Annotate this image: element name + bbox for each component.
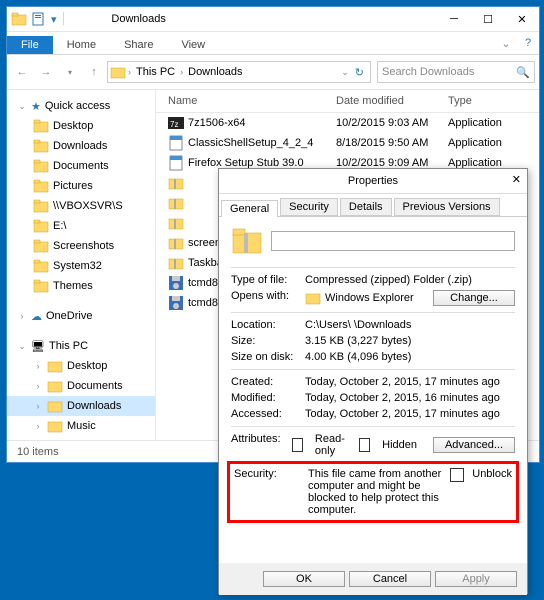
size-on-disk-value: 4.00 KB (4,096 bytes) (305, 351, 515, 363)
folder-icon (33, 238, 49, 254)
onedrive-icon: ☁ (31, 310, 42, 323)
dialog-title: Properties (348, 175, 398, 187)
folder-icon (33, 258, 49, 274)
security-text: This file came from another computer and… (308, 468, 450, 516)
properties-icon[interactable] (31, 11, 47, 27)
folder-icon (47, 398, 63, 414)
tree-item[interactable]: Themes (7, 276, 155, 296)
window-title: Downloads (71, 13, 437, 25)
navbar: ← → ▾ ↑ › This PC › Downloads ⌄ ↻ Search… (7, 55, 539, 90)
svg-text:7z: 7z (170, 120, 178, 129)
hidden-checkbox[interactable] (359, 438, 370, 452)
tab-previous[interactable]: Previous Versions (394, 198, 500, 216)
type-value: Compressed (zipped) Folder (.zip) (305, 274, 515, 286)
close-button[interactable]: ✕ (505, 7, 539, 31)
help-icon[interactable]: ? (517, 32, 539, 54)
ribbon: File Home Share View ⌄ ? (7, 32, 539, 55)
tree-item[interactable]: \\VBOXSVR\S (7, 196, 155, 216)
tab-security[interactable]: Security (280, 198, 338, 216)
up-button[interactable]: ↑ (83, 61, 105, 83)
folder-icon (33, 118, 49, 134)
home-tab[interactable]: Home (53, 36, 110, 54)
tab-details[interactable]: Details (340, 198, 392, 216)
tree-item[interactable]: Downloads (7, 136, 155, 156)
tree-item[interactable]: Screenshots (7, 236, 155, 256)
tree-this-pc[interactable]: This PC (49, 340, 88, 352)
tree-onedrive[interactable]: OneDrive (46, 310, 92, 322)
filename-input[interactable] (271, 231, 515, 251)
col-type[interactable]: Type (448, 95, 539, 107)
minimize-button[interactable]: ─ (437, 7, 471, 31)
folder-icon (47, 378, 63, 394)
pc-icon: 🖥 (31, 340, 45, 353)
accessed-value: Today, October 2, 2015, 17 minutes ago (305, 408, 515, 420)
refresh-icon[interactable]: ↻ (351, 66, 368, 79)
recent-dropdown[interactable]: ▾ (59, 61, 81, 83)
ribbon-expand-icon[interactable]: ⌄ (495, 32, 517, 54)
close-button[interactable]: ✕ (512, 173, 521, 186)
tab-general[interactable]: General (221, 200, 278, 217)
readonly-checkbox[interactable] (292, 438, 303, 452)
chevron-down-icon[interactable]: ▾ (51, 13, 57, 26)
created-value: Today, October 2, 2015, 17 minutes ago (305, 376, 515, 388)
location-value: C:\Users\ \Downloads (305, 319, 515, 331)
folder-icon (47, 418, 63, 434)
view-tab[interactable]: View (167, 36, 219, 54)
folder-icon (33, 158, 49, 174)
tree-item[interactable]: E:\ (7, 216, 155, 236)
tree-item[interactable]: Pictures (7, 176, 155, 196)
col-name[interactable]: Name (156, 95, 336, 107)
folder-icon (33, 278, 49, 294)
nav-tree[interactable]: ⌄ ★ Quick access DesktopDownloadsDocuments… (7, 90, 156, 440)
col-date[interactable]: Date modified (336, 95, 448, 107)
unblock-checkbox[interactable] (450, 468, 464, 482)
file-row[interactable]: ClassicShellSetup_4_2_48/18/2015 9:50 AM… (156, 133, 539, 153)
size-value: 3.15 KB (3,227 bytes) (305, 335, 515, 347)
tree-item[interactable]: System32 (7, 256, 155, 276)
chevron-down-icon[interactable]: ⌄ (341, 67, 349, 78)
titlebar[interactable]: ▾ │ Downloads ─ ☐ ✕ (7, 7, 539, 32)
zip-folder-icon (231, 225, 263, 257)
tree-item[interactable]: ›Music (7, 416, 155, 436)
change-button[interactable]: Change... (433, 290, 515, 306)
search-icon: 🔍 (516, 66, 530, 79)
folder-icon (110, 64, 126, 80)
back-button[interactable]: ← (11, 61, 33, 83)
modified-value: Today, October 2, 2015, 16 minutes ago (305, 392, 515, 404)
search-input[interactable]: Search Downloads 🔍 (377, 61, 535, 83)
folder-icon (33, 138, 49, 154)
quick-access-toolbar: ▾ │ (7, 11, 71, 27)
tree-quick-access[interactable]: Quick access (45, 100, 110, 112)
address-bar[interactable]: › This PC › Downloads ⌄ ↻ (107, 61, 371, 83)
folder-icon (33, 178, 49, 194)
tree-item[interactable]: ›Documents (7, 376, 155, 396)
forward-button[interactable]: → (35, 61, 57, 83)
maximize-button[interactable]: ☐ (471, 7, 505, 31)
share-tab[interactable]: Share (110, 36, 167, 54)
folder-icon (11, 11, 27, 27)
star-icon: ★ (31, 100, 41, 113)
opens-with-value: Windows Explorer (325, 292, 414, 304)
folder-icon (47, 358, 63, 374)
collapse-icon[interactable]: ⌄ (17, 101, 27, 112)
file-tab[interactable]: File (7, 36, 53, 54)
tree-item[interactable]: Documents (7, 156, 155, 176)
tree-item[interactable]: Desktop (7, 116, 155, 136)
cancel-button[interactable]: Cancel (349, 571, 431, 587)
apply-button[interactable]: Apply (435, 571, 517, 587)
folder-icon (33, 198, 49, 214)
breadcrumb-item[interactable]: This PC (133, 66, 178, 78)
breadcrumb-item[interactable]: Downloads (185, 66, 245, 78)
advanced-button[interactable]: Advanced... (433, 437, 515, 453)
explorer-icon (305, 290, 321, 306)
tree-item[interactable]: ›Desktop (7, 356, 155, 376)
folder-icon (33, 218, 49, 234)
collapse-icon[interactable]: ⌄ (17, 341, 27, 352)
security-section: Security: This file came from another co… (227, 461, 519, 523)
file-row[interactable]: 7z7z1506-x6410/2/2015 9:03 AMApplication (156, 113, 539, 133)
tree-item[interactable]: ›Downloads (7, 396, 155, 416)
ok-button[interactable]: OK (263, 571, 345, 587)
dialog-titlebar[interactable]: Properties ✕ (219, 169, 527, 194)
properties-dialog: Properties ✕ General Security Details Pr… (218, 168, 528, 594)
